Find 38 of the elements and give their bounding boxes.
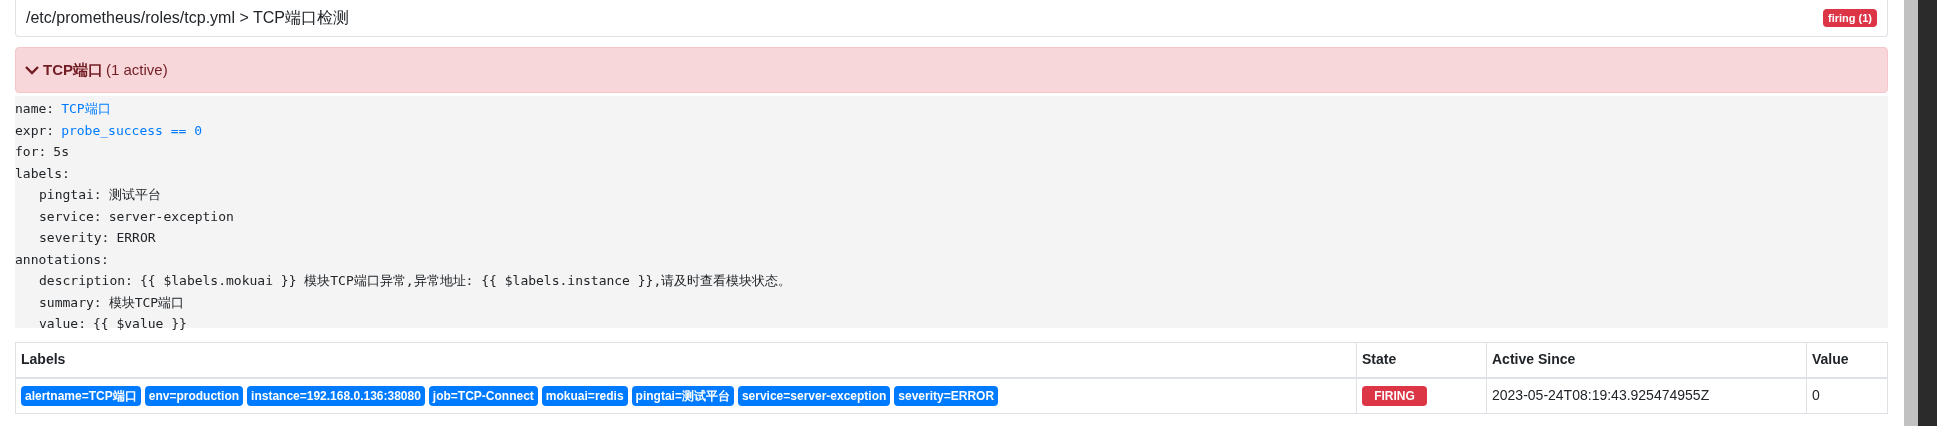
yaml-key: summary: — [39, 291, 102, 313]
column-header: State — [1356, 342, 1487, 378]
file-path: /etc/prometheus/roles/tcp.yml > TCP端口检测 — [26, 8, 349, 28]
label-badge: pingtai=测试平台 — [631, 385, 734, 406]
yaml-value: {{ $labels.mokuai }} 模块TCP端口异常,异常地址: {{ $labels.instance }},请及时查看模块状态。 — [139, 272, 792, 290]
yaml-key: name: — [15, 98, 55, 120]
yaml-value: {{ $value }} — [92, 315, 187, 333]
label-badge: instance=192.168.0.136:38080 — [247, 385, 425, 406]
yaml-value: 5s — [53, 143, 69, 161]
yaml-value: server-exception — [108, 207, 234, 226]
yaml-key: severity: — [39, 227, 110, 249]
yaml-key: for: — [15, 141, 47, 163]
label-badge: alertname=TCP端口 — [21, 385, 141, 406]
label-badge: service=server-exception — [737, 385, 891, 406]
column-header: Value — [1806, 342, 1888, 378]
label-badge: severity=ERROR — [894, 385, 999, 406]
yaml-key: labels: — [15, 165, 70, 181]
yaml-key: service: — [39, 205, 102, 227]
label-badge: job=TCP-Connect — [428, 385, 538, 406]
yaml-value: 模块TCP端口 — [108, 293, 185, 312]
yaml-value: probe_success == 0 — [61, 121, 203, 140]
label-badge: mokuai=redis — [541, 385, 628, 406]
yaml-key: expr: — [15, 119, 55, 141]
yaml-value: ERROR — [116, 229, 156, 247]
state-badge: FIRING — [1362, 386, 1427, 407]
yaml-key: annotations: — [15, 251, 109, 267]
yaml-value: 测试平台 — [108, 186, 161, 204]
yaml-key: description: — [39, 270, 133, 292]
column-header: Labels — [15, 342, 1357, 378]
yaml-key: pingtai: — [39, 184, 102, 206]
column-header: Active Since — [1486, 342, 1807, 378]
yaml-key: value: — [39, 313, 86, 335]
alert-group-header[interactable]: TCP端口 (1 active) — [15, 47, 1888, 93]
label-badge: env=production — [144, 385, 244, 406]
value-cell: 0 — [1806, 377, 1888, 414]
active-since-cell: 2023-05-24T08:19:43.925474955Z — [1486, 377, 1807, 414]
yaml-value: TCP端口 — [61, 100, 111, 118]
firing-count-badge: firing (1) — [1823, 8, 1877, 28]
